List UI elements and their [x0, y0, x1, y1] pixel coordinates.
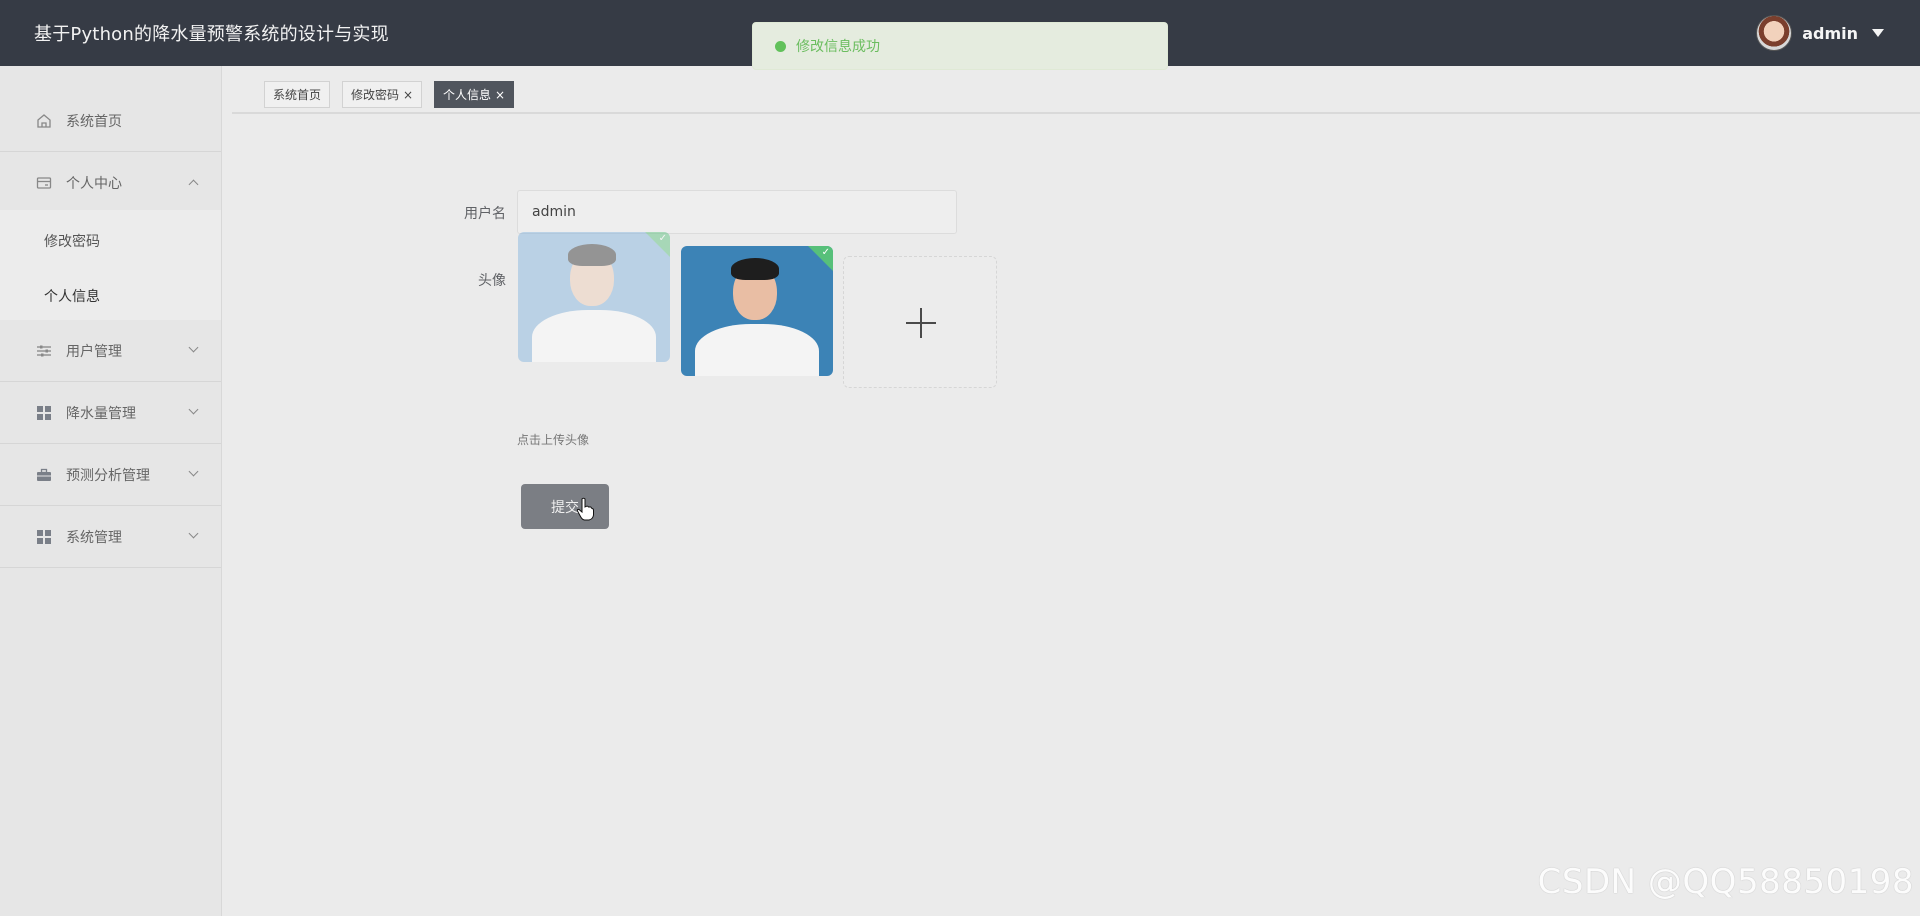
personal-center-submenu: 修改密码 个人信息: [0, 210, 221, 320]
plus-icon-vertical: [920, 308, 922, 338]
sliders-icon: [37, 345, 51, 356]
sidebar-item-label: 系统首页: [66, 113, 122, 130]
chevron-down-icon: [188, 342, 199, 353]
watermark: CSDN @QQ58850198: [1537, 862, 1914, 902]
tab-label: 系统首页: [273, 88, 322, 102]
tab-home[interactable]: 系统首页: [264, 81, 331, 108]
chevron-down-icon: [188, 466, 199, 477]
username-input[interactable]: admin: [517, 190, 957, 234]
tab-personal-info[interactable]: 个人信息 ×: [434, 81, 515, 108]
sidebar-item-system-management[interactable]: 系统管理: [0, 506, 221, 568]
sidebar-item-label: 降水量管理: [66, 405, 136, 422]
sidebar-subitem-change-password[interactable]: 修改密码: [44, 231, 100, 251]
user-menu[interactable]: admin: [1756, 14, 1884, 52]
grid-icon: [37, 405, 51, 420]
grid-icon: [37, 529, 51, 544]
sidebar: 系统首页 个人中心 修改密码 个人信息 用户管理 降水量管理 预测分析管理 系统…: [0, 66, 222, 916]
hand-cursor-icon: [576, 497, 594, 521]
sidebar-item-home[interactable]: 系统首页: [0, 90, 221, 152]
submit-button[interactable]: 提交: [521, 484, 609, 529]
tab-change-password[interactable]: 修改密码 ×: [342, 81, 423, 108]
user-avatar[interactable]: [1756, 15, 1793, 51]
app-title: 基于Python的降水量预警系统的设计与实现: [34, 24, 389, 45]
user-name[interactable]: admin: [1802, 24, 1858, 43]
toast-message: 修改信息成功: [796, 39, 880, 55]
chevron-up-icon: [188, 179, 199, 190]
card-icon: [36, 176, 52, 189]
sidebar-item-personal-center[interactable]: 个人中心: [0, 152, 221, 214]
avatar-upload-box[interactable]: [843, 256, 997, 388]
chevron-down-icon: [188, 528, 199, 539]
close-icon[interactable]: ×: [403, 88, 413, 102]
home-icon: [37, 113, 51, 128]
check-icon: ✓: [658, 233, 667, 244]
sidebar-item-label: 预测分析管理: [66, 467, 150, 484]
chevron-down-icon: [188, 404, 199, 415]
caret-down-icon[interactable]: [1872, 29, 1884, 37]
username-label: 用户名: [464, 206, 506, 222]
success-icon: [775, 40, 786, 52]
sidebar-item-forecast-analysis[interactable]: 预测分析管理: [0, 444, 221, 506]
tabs-bar: 系统首页 修改密码 × 个人信息 ×: [232, 74, 1920, 114]
avatar-photo[interactable]: ✓: [681, 246, 833, 376]
sidebar-item-user-management[interactable]: 用户管理: [0, 320, 221, 382]
check-icon: ✓: [821, 247, 830, 258]
tab-label: 个人信息: [443, 88, 492, 102]
upload-hint: 点击上传头像: [517, 433, 590, 447]
sidebar-item-label: 个人中心: [66, 175, 122, 192]
sidebar-item-label: 用户管理: [66, 343, 122, 360]
briefcase-icon: [37, 468, 51, 481]
avatar-label: 头像: [478, 273, 506, 289]
tab-label: 修改密码: [351, 88, 400, 102]
sidebar-item-precipitation-management[interactable]: 降水量管理: [0, 382, 221, 444]
sidebar-item-label: 系统管理: [66, 529, 122, 546]
close-icon[interactable]: ×: [495, 88, 505, 102]
success-toast: 修改信息成功: [752, 22, 1168, 70]
avatar-photo-faded[interactable]: ✓: [518, 232, 670, 362]
sidebar-subitem-personal-info[interactable]: 个人信息: [44, 286, 100, 306]
